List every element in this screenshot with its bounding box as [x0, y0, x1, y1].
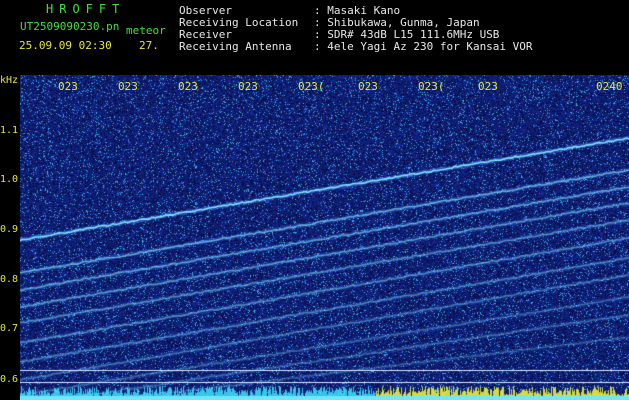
x-tick-label: 023 — [358, 80, 378, 93]
antenna-label: Receiving Antenna — [179, 40, 292, 53]
x-tick-label: 023 — [58, 80, 78, 93]
y-tick-label: 0.7 — [0, 323, 19, 334]
y-tick-label: 1.0 — [0, 174, 19, 185]
x-tick-label: 023 — [238, 80, 258, 93]
y-axis-unit: kHz — [0, 75, 19, 86]
header-panel: HROFFT UT2509090230.pn meteor 25.09.09 0… — [0, 0, 629, 75]
x-tick-label: 023( — [298, 80, 325, 93]
value-readout: 27. — [139, 39, 159, 52]
y-axis — [0, 75, 20, 400]
file-name: UT2509090230.pn — [20, 20, 120, 33]
app-brand: HROFFT — [46, 2, 126, 16]
x-tick-label: 023 — [118, 80, 138, 93]
x-tick-label: 023 — [478, 80, 498, 93]
datetime: 25.09.09 02:30 — [19, 39, 112, 52]
file-tag: meteor — [126, 24, 166, 37]
x-tick-label: 023( — [418, 80, 445, 93]
y-tick-label: 0.9 — [0, 224, 19, 235]
y-tick-label: 0.8 — [0, 274, 19, 285]
antenna-value: : 4ele Yagi Az 230 for Kansai VOR — [314, 40, 533, 53]
y-tick-label: 0.6 — [0, 374, 19, 385]
x-tick-label: 023 — [178, 80, 198, 93]
x-tick-label: 0240 — [596, 80, 623, 93]
y-tick-label: 1.1 — [0, 125, 19, 136]
spectrogram — [20, 75, 629, 400]
